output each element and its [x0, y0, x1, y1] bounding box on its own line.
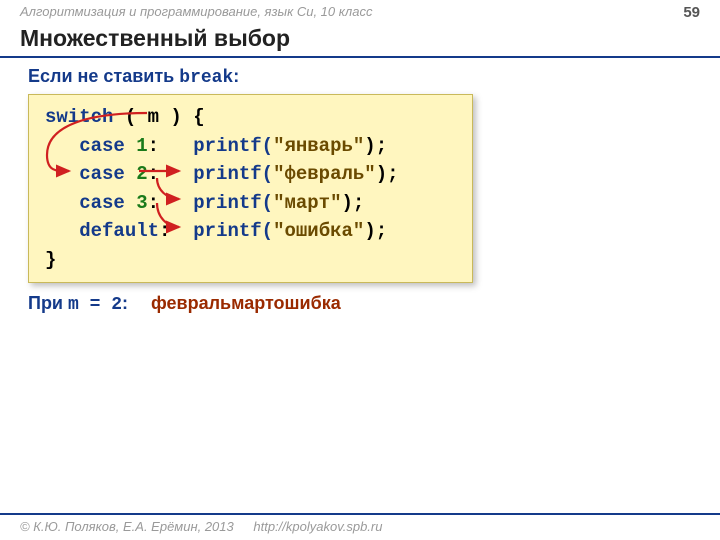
- page-number: 59: [683, 4, 700, 21]
- footer-link[interactable]: http://kpolyakov.spb.ru: [253, 519, 382, 534]
- result-label-mono: m = 2: [68, 295, 122, 315]
- slide-title: Множественный выбор: [0, 23, 720, 58]
- content: Если не ставить break: switch ( m ) { ca…: [0, 58, 720, 323]
- result-output: февральмартошибка: [151, 293, 341, 313]
- code-line-3: case 2: printf("февраль");: [45, 160, 456, 189]
- footer: © К.Ю. Поляков, Е.А. Ерёмин, 2013 http:/…: [0, 513, 720, 540]
- code-line-6: }: [45, 246, 456, 275]
- intro-suffix: :: [233, 66, 239, 86]
- code-line-5: default: printf("ошибка");: [45, 217, 456, 246]
- copyright: © К.Ю. Поляков, Е.А. Ерёмин, 2013: [20, 519, 234, 534]
- code-line-1: switch ( m ) {: [45, 103, 456, 132]
- code-line-4: case 3: printf("март");: [45, 189, 456, 218]
- result-label-prefix: При: [28, 293, 68, 313]
- intro-keyword: break: [179, 68, 233, 88]
- code-box: switch ( m ) { case 1: printf("январь");…: [28, 94, 473, 283]
- course-label: Алгоритмизация и программирование, язык …: [20, 4, 372, 21]
- code-line-2: case 1: printf("январь");: [45, 132, 456, 161]
- header-strip: Алгоритмизация и программирование, язык …: [0, 0, 720, 23]
- intro-prefix: Если не ставить: [28, 66, 179, 86]
- result-label-suffix: :: [122, 293, 128, 313]
- intro-line: Если не ставить break:: [28, 66, 692, 88]
- result-line: При m = 2: февральмартошибка: [28, 293, 692, 315]
